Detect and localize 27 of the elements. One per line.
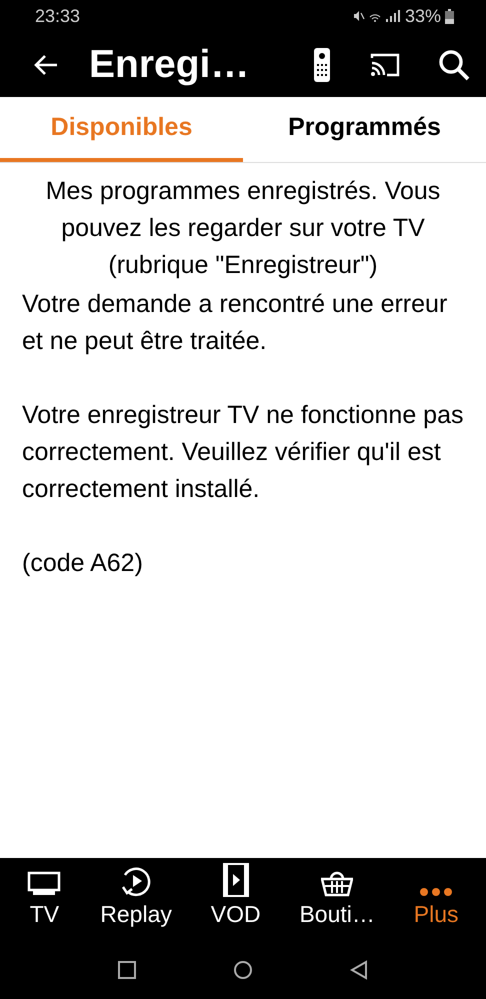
nav-item[interactable]: Plus <box>414 858 458 940</box>
error-message: (code A62) <box>22 548 144 579</box>
remote-control-icon[interactable] <box>314 48 330 82</box>
intro-text: Mes programmes enregistrés. Vous pouvez les regarder sur votre TV (rubrique "Enregistreur") <box>44 176 442 281</box>
error-message: Votre demande a rencontré une erreur et ne peut être traitée. <box>22 289 448 357</box>
search-icon[interactable] <box>438 48 470 80</box>
replay-icon <box>120 865 152 897</box>
tv-icon <box>27 871 62 897</box>
mute-icon <box>352 10 365 22</box>
signal-icon <box>384 10 401 22</box>
battery-percent: 33% <box>404 6 441 26</box>
home-icon[interactable] <box>232 960 253 980</box>
recent-apps-icon[interactable] <box>118 960 136 978</box>
screen-title: Enregi… <box>89 42 250 86</box>
nav-item[interactable]: TV <box>27 858 62 940</box>
tab[interactable]: Programmés <box>243 97 486 162</box>
nav-item[interactable]: VOD <box>210 858 261 940</box>
nav-item[interactable]: Bouti… <box>299 858 375 940</box>
error-message: Votre enregistreur TV ne fonctionne pas correctement. Veuillez vérifier qu'il est correctement installé. <box>22 400 464 505</box>
cast-icon[interactable] <box>370 52 400 76</box>
back-arrow-icon[interactable] <box>33 54 59 76</box>
more-icon <box>419 887 454 897</box>
film-icon <box>222 863 249 897</box>
nav-item[interactable]: Replay <box>100 858 172 940</box>
back-icon[interactable] <box>350 960 368 980</box>
battery-icon <box>445 8 454 24</box>
status-time: 23:33 <box>35 6 80 26</box>
